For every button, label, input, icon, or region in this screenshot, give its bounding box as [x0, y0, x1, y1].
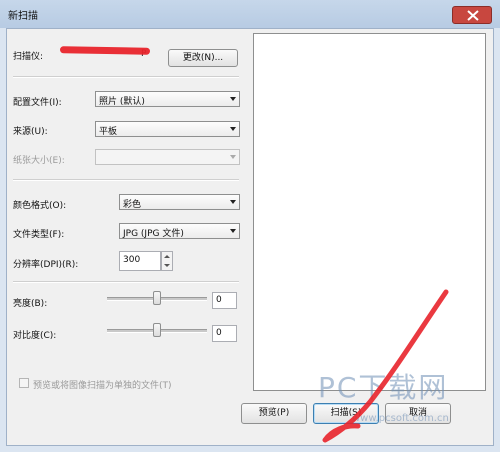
- paper-size-label: 纸张大小(E):: [13, 156, 65, 166]
- watermark-url: www.pcsoft.com.cn: [352, 413, 449, 424]
- source-value: 平板: [99, 127, 118, 137]
- scan-dialog-window: 新扫描 扫描仪: P 更改(N)... 配置文件(I): 照片 (默认) 来源(…: [0, 0, 500, 452]
- separate-files-label: 预览或将图像扫描为单独的文件(T): [33, 381, 172, 391]
- chevron-down-icon[interactable]: [164, 264, 170, 267]
- separator: [13, 76, 239, 78]
- separator: [13, 179, 239, 181]
- window-title: 新扫描: [8, 11, 38, 22]
- separator: [13, 281, 239, 283]
- resolution-value: 300: [123, 255, 141, 265]
- scanner-label: 扫描仪:: [13, 52, 44, 62]
- file-type-label: 文件类型(F):: [13, 230, 65, 240]
- color-format-label: 颜色格式(O):: [13, 201, 67, 211]
- chevron-down-icon: [230, 97, 236, 101]
- profile-select[interactable]: 照片 (默认): [95, 91, 240, 107]
- close-button[interactable]: [452, 6, 492, 24]
- resolution-spinner[interactable]: [161, 251, 173, 271]
- color-format-select[interactable]: 彩色: [119, 194, 240, 210]
- title-bar[interactable]: 新扫描: [0, 0, 500, 28]
- close-icon: [467, 10, 479, 21]
- brightness-value: 0: [216, 295, 222, 305]
- brightness-label: 亮度(B):: [13, 299, 48, 309]
- profile-label: 配置文件(I):: [13, 98, 62, 108]
- brightness-input[interactable]: 0: [212, 292, 237, 309]
- resolution-input[interactable]: 300: [119, 251, 161, 271]
- color-format-value: 彩色: [123, 200, 142, 210]
- chevron-down-icon: [230, 200, 236, 204]
- file-type-select[interactable]: JPG (JPG 文件): [119, 223, 240, 239]
- contrast-slider-thumb[interactable]: [153, 323, 161, 337]
- file-type-value: JPG (JPG 文件): [123, 229, 184, 239]
- contrast-label: 对比度(C):: [13, 331, 57, 341]
- contrast-value: 0: [216, 328, 222, 338]
- chevron-down-icon: [230, 229, 236, 233]
- separate-files-checkbox[interactable]: [19, 378, 29, 388]
- source-select[interactable]: 平板: [95, 121, 240, 137]
- chevron-down-icon: [230, 155, 236, 159]
- contrast-input[interactable]: 0: [212, 325, 237, 342]
- source-label: 来源(U):: [13, 127, 48, 137]
- chevron-up-icon[interactable]: [164, 255, 170, 258]
- preview-pane: [253, 33, 486, 391]
- watermark-text: PC下载网: [318, 371, 449, 404]
- resolution-label: 分辨率(DPI)(R):: [13, 260, 79, 270]
- preview-button[interactable]: 预览(P): [241, 403, 307, 424]
- profile-value: 照片 (默认): [99, 97, 145, 107]
- paper-size-select: [95, 149, 240, 165]
- brightness-slider-thumb[interactable]: [153, 291, 161, 305]
- change-scanner-button[interactable]: 更改(N)...: [168, 49, 238, 67]
- chevron-down-icon: [230, 127, 236, 131]
